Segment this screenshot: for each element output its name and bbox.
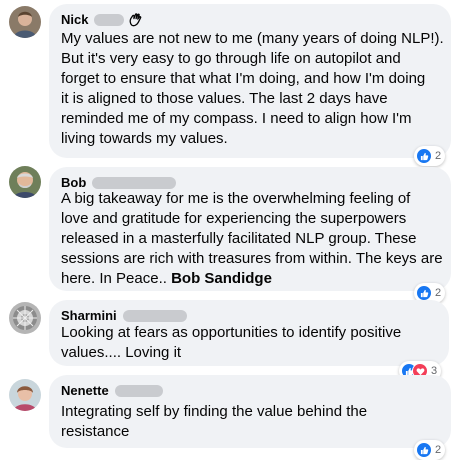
reaction-summary[interactable]: 2	[414, 440, 446, 460]
comment-line: A big takeaway for me is the overwhelmin…	[61, 190, 411, 207]
avatar-nenette[interactable]	[9, 379, 41, 411]
redacted-surname	[94, 13, 125, 26]
redacted-surname	[114, 384, 163, 397]
comment-line: living towards my values.	[61, 130, 228, 147]
comment-text: Looking at fears as opportunities to ide…	[61, 323, 401, 363]
comment-author[interactable]: Bob	[61, 175, 177, 190]
comment-line: released in a masterfully facilitated NL…	[61, 230, 417, 247]
redacted-surname	[92, 176, 177, 189]
comment-line: Integrating self by finding the value be…	[61, 403, 368, 420]
comment-line: it is aligned to those values. The last …	[61, 90, 388, 107]
thumbs-up-icon	[416, 148, 432, 164]
comment-author[interactable]: Nick	[61, 12, 143, 27]
comment-text: Integrating self by finding the value be…	[61, 402, 367, 442]
comment-line: sessions are rich with treasures from wi…	[61, 250, 443, 267]
author-name[interactable]: Bob	[61, 175, 86, 190]
avatar-bob[interactable]	[9, 166, 41, 198]
comment-author[interactable]: Nenette	[61, 383, 163, 398]
comment-bubble: Bob A big takeaway for me is the overwhe…	[49, 167, 451, 291]
waving-hand-icon	[128, 12, 143, 27]
comment-line-text: here. In Peace..	[61, 270, 172, 287]
avatar-nick[interactable]	[9, 6, 41, 38]
comment-text: My values are not new to me (many years …	[61, 29, 444, 149]
author-name[interactable]: Sharmini	[61, 308, 117, 323]
thumbs-up-icon	[416, 442, 432, 458]
comment-bubble: Sharmini Looking at fears as opportuniti…	[49, 300, 449, 366]
comment-line: values.... Loving it	[61, 344, 182, 361]
comment-text: A big takeaway for me is the overwhelmin…	[61, 189, 443, 289]
comment-line: reminded me of my compass. I need to ali…	[61, 110, 412, 127]
thumbs-up-icon	[416, 285, 432, 301]
reaction-count: 2	[435, 287, 442, 299]
comment-line: My values are not new to me (many years …	[61, 30, 444, 47]
comment-bubble: Nick My values are not new to me (many y…	[49, 4, 451, 158]
avatar-sharmini[interactable]	[9, 302, 41, 334]
comment-bubble: Nenette Integrating self by finding the …	[49, 375, 451, 448]
reaction-count: 2	[435, 444, 442, 456]
redacted-surname	[122, 309, 187, 322]
comment-line: But it's very easy to go through life on…	[61, 50, 401, 67]
comment-line: forget to ensure that what I'm doing, an…	[61, 70, 426, 87]
comment-line: resistance	[61, 423, 130, 440]
author-name[interactable]: Nenette	[61, 383, 109, 398]
author-name[interactable]: Nick	[61, 12, 88, 27]
comment-line: Looking at fears as opportunities to ide…	[61, 324, 402, 341]
signature-name: Bob Sandidge	[171, 270, 272, 287]
comment-line: love and gratitude for experiencing the …	[61, 210, 407, 227]
comment-line: here. In Peace.. Bob Sandidge	[61, 269, 443, 289]
comment-author[interactable]: Sharmini	[61, 308, 187, 323]
reaction-summary[interactable]: 2	[414, 146, 446, 166]
reaction-count: 2	[435, 150, 442, 162]
